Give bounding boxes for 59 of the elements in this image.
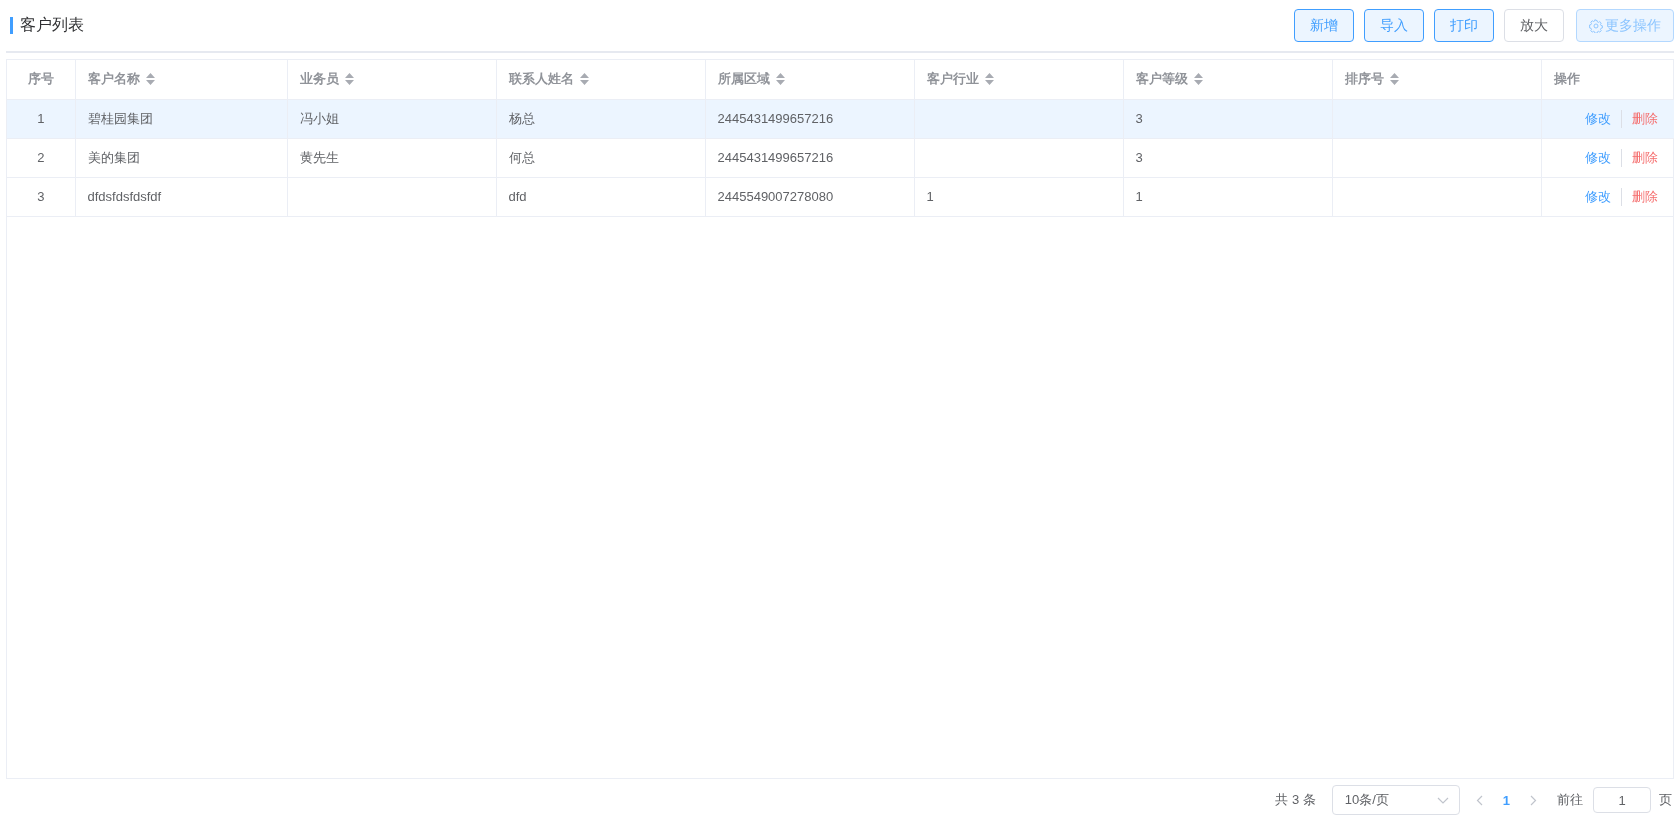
sort-icon[interactable] <box>1193 73 1203 86</box>
page-input[interactable]: 1 <box>1593 787 1651 813</box>
table-cell: 杨总 <box>508 110 535 126</box>
table-cell: 2445549007278080 <box>717 189 834 204</box>
page-title: 客户列表 <box>20 15 84 35</box>
toolbar-button[interactable]: 打印 <box>1434 9 1494 42</box>
delete-link[interactable]: 删除 <box>1622 148 1662 167</box>
goto-label: 前往 <box>1557 791 1583 809</box>
chevron-down-icon <box>1436 796 1449 804</box>
table-cell: 1 <box>37 111 45 126</box>
table-cell: 2 <box>37 150 45 165</box>
gear-icon <box>1589 18 1603 33</box>
edit-link[interactable]: 修改 <box>1575 187 1621 206</box>
column-header[interactable]: 客户等级 <box>1135 70 1203 89</box>
toolbar-button[interactable]: 放大 <box>1504 9 1564 42</box>
table-cell: 碧桂园集团 <box>87 110 153 126</box>
column-header[interactable]: 排序号 <box>1344 70 1399 89</box>
table-cell: 美的集团 <box>87 149 140 165</box>
table-cell: 黄先生 <box>299 149 339 165</box>
delete-link[interactable]: 删除 <box>1622 109 1662 128</box>
column-header[interactable]: 所属区域 <box>717 70 785 89</box>
sort-icon[interactable] <box>1389 73 1399 86</box>
sort-icon[interactable] <box>145 73 155 86</box>
sort-icon[interactable] <box>984 73 994 86</box>
column-header[interactable]: 客户名称 <box>87 70 155 89</box>
column-header[interactable]: 联系人姓名 <box>508 70 589 89</box>
chevron-left-icon[interactable] <box>1475 794 1483 806</box>
table-cell: 1 <box>1135 189 1143 204</box>
table-row[interactable]: 1 碧桂园集团 冯小姐 杨总 2445431499657216 3 修改 删除 <box>7 99 1674 138</box>
column-header[interactable]: 业务员 <box>299 70 354 89</box>
table-cell: dfd <box>508 189 527 204</box>
toolbar-button[interactable]: 新增 <box>1294 9 1354 42</box>
table-cell: 3 <box>37 189 45 204</box>
edit-link[interactable]: 修改 <box>1575 148 1621 167</box>
sort-icon[interactable] <box>775 73 785 86</box>
table-row[interactable]: 3 dfdsfdsfdsfdf dfd 2445549007278080 1 1 修改 删除 <box>7 177 1674 216</box>
delete-link[interactable]: 删除 <box>1622 187 1662 206</box>
toolbar-button[interactable]: 导入 <box>1364 9 1424 42</box>
table-cell: 冯小姐 <box>299 110 339 126</box>
toolbar-button[interactable]: 更多操作 <box>1576 9 1674 42</box>
table-cell: dfdsfdsfdsfdf <box>87 189 162 204</box>
page-number[interactable]: 1 <box>1490 792 1522 808</box>
total-count: 共 3 条 <box>1275 791 1316 809</box>
table-cell: 1 <box>926 189 934 204</box>
table-row[interactable]: 2 美的集团 黄先生 何总 2445431499657216 3 修改 删除 <box>7 138 1674 177</box>
table-cell: 2445431499657216 <box>717 150 834 165</box>
table-cell: 3 <box>1135 111 1143 126</box>
sort-icon[interactable] <box>579 73 589 86</box>
table-cell: 3 <box>1135 150 1143 165</box>
column-header: 序号 <box>27 70 54 89</box>
page-unit-label: 页 <box>1659 791 1672 809</box>
edit-link[interactable]: 修改 <box>1575 109 1621 128</box>
page-size-select[interactable]: 10条/页 <box>1331 785 1460 815</box>
column-header[interactable]: 客户行业 <box>926 70 994 89</box>
sort-icon[interactable] <box>344 73 354 86</box>
chevron-right-icon[interactable] <box>1530 794 1537 806</box>
table-cell: 2445431499657216 <box>717 111 834 126</box>
column-header: 操作 <box>1553 70 1580 89</box>
table-cell: 何总 <box>508 149 535 165</box>
